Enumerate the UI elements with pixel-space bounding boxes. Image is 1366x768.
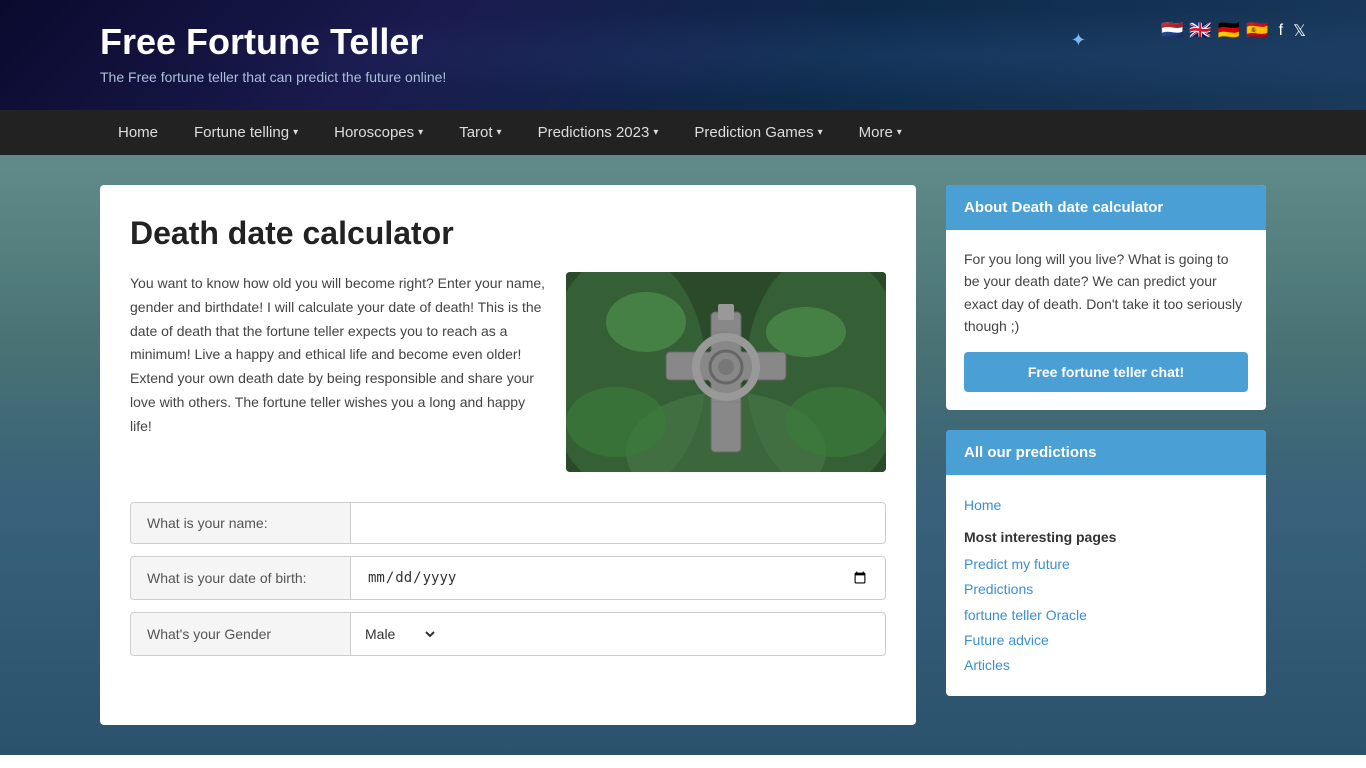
flag-nl[interactable]: 🇳🇱	[1161, 20, 1183, 41]
site-title: Free Fortune Teller	[100, 20, 1326, 63]
dob-field-row: What is your date of birth:	[130, 556, 886, 600]
chat-button[interactable]: Free fortune teller chat!	[964, 352, 1248, 392]
chevron-down-icon: ▾	[293, 127, 298, 138]
nav-horoscopes[interactable]: Horoscopes ▾	[316, 110, 441, 155]
calculator-form: What is your name: What is your date of …	[130, 502, 886, 656]
about-card-body: For you long will you live? What is goin…	[946, 230, 1266, 410]
content-description: You want to know how old you will become…	[130, 272, 546, 472]
gender-label: What's your Gender	[131, 613, 351, 655]
facebook-icon[interactable]: f	[1279, 22, 1283, 40]
content-body: You want to know how old you will become…	[130, 272, 886, 472]
flag-gb[interactable]: 🇬🇧	[1189, 20, 1211, 41]
site-header: ✦ Free Fortune Teller The Free fortune t…	[0, 0, 1366, 110]
future-advice-link[interactable]: Future advice	[964, 628, 1248, 653]
gender-select[interactable]: Male Female	[351, 613, 438, 655]
fortune-teller-oracle-link[interactable]: fortune teller Oracle	[964, 603, 1248, 628]
nav-prediction-games[interactable]: Prediction Games ▾	[676, 110, 840, 155]
chevron-down-icon: ▾	[818, 127, 823, 138]
about-card-header: About Death date calculator	[946, 185, 1266, 230]
flag-es[interactable]: 🇪🇸	[1246, 20, 1268, 41]
main-nav: Home Fortune telling ▾ Horoscopes ▾ Taro…	[0, 110, 1366, 155]
about-card: About Death date calculator For you long…	[946, 185, 1266, 410]
flag-de[interactable]: 🇩🇪	[1218, 20, 1240, 41]
predictions-link[interactable]: Predictions	[964, 577, 1248, 602]
chevron-down-icon: ▾	[653, 127, 658, 138]
articles-link[interactable]: Articles	[964, 653, 1248, 678]
chevron-down-icon: ▾	[897, 127, 902, 138]
chevron-down-icon: ▾	[497, 127, 502, 138]
twitter-icon[interactable]: 𝕏	[1293, 21, 1306, 41]
dob-input[interactable]	[351, 557, 885, 599]
page-title: Death date calculator	[130, 215, 886, 252]
star-decoration: ✦	[1071, 30, 1086, 51]
name-label: What is your name:	[131, 503, 351, 543]
name-field-row: What is your name:	[130, 502, 886, 544]
language-flags: 🇳🇱 🇬🇧 🇩🇪 🇪🇸 f 𝕏	[1161, 20, 1306, 41]
gender-field-row: What's your Gender Male Female	[130, 612, 886, 656]
celtic-cross-image	[566, 272, 886, 472]
nav-more[interactable]: More ▾	[841, 110, 920, 155]
site-tagline: The Free fortune teller that can predict…	[100, 69, 1326, 85]
nav-tarot[interactable]: Tarot ▾	[441, 110, 519, 155]
nav-predictions-2023[interactable]: Predictions 2023 ▾	[520, 110, 677, 155]
predictions-card-body: Home Most interesting pages Predict my f…	[946, 475, 1266, 697]
page-background: Death date calculator You want to know h…	[0, 155, 1366, 755]
main-content-card: Death date calculator You want to know h…	[100, 185, 916, 725]
about-card-text: For you long will you live? What is goin…	[964, 248, 1248, 338]
predict-my-future-link[interactable]: Predict my future	[964, 552, 1248, 577]
sidebar: About Death date calculator For you long…	[946, 185, 1266, 725]
name-input[interactable]	[351, 503, 885, 543]
dob-label: What is your date of birth:	[131, 557, 351, 599]
predictions-card: All our predictions Home Most interestin…	[946, 430, 1266, 697]
chevron-down-icon: ▾	[418, 127, 423, 138]
predictions-card-header: All our predictions	[946, 430, 1266, 475]
most-interesting-title: Most interesting pages	[964, 526, 1248, 548]
nav-home[interactable]: Home	[100, 110, 176, 155]
nav-fortune-telling[interactable]: Fortune telling ▾	[176, 110, 316, 155]
predictions-home-link[interactable]: Home	[964, 493, 1248, 518]
